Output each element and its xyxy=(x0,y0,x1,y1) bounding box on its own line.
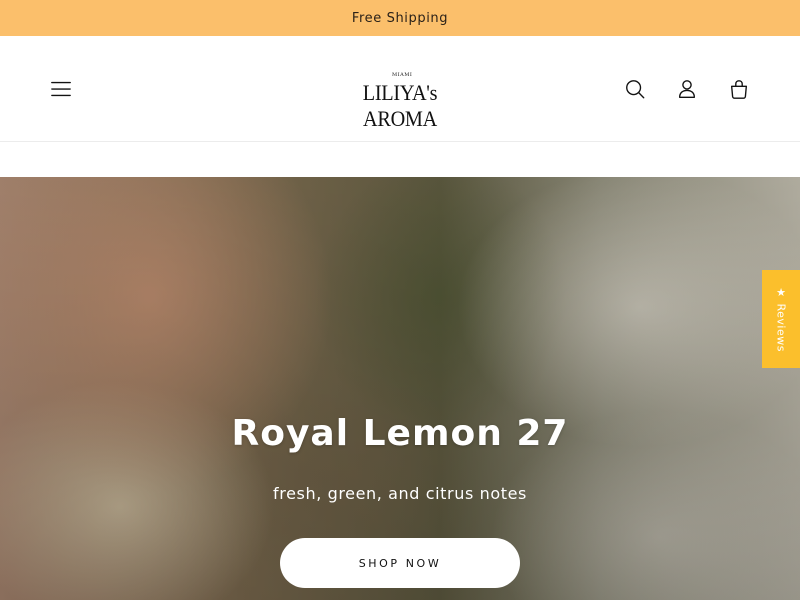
cart-button[interactable] xyxy=(727,77,751,101)
announcement-bar: Free Shipping xyxy=(0,0,800,36)
menu-button[interactable] xyxy=(49,77,73,101)
menu-icon xyxy=(51,81,71,97)
announcement-text: Free Shipping xyxy=(351,10,449,26)
hero-subtitle: fresh, green, and citrus notes xyxy=(273,484,527,503)
site-header: MIAMI LILIYA's AROMA xyxy=(0,44,800,142)
shop-now-button[interactable]: SHOP NOW xyxy=(280,538,520,588)
hero-image xyxy=(0,177,800,600)
hero-banner: Royal Lemon 27 fresh, green, and citrus … xyxy=(0,177,800,600)
reviews-tab-label: ★ Reviews xyxy=(774,286,788,352)
site-logo[interactable]: MIAMI LILIYA's AROMA xyxy=(330,70,470,131)
account-icon xyxy=(678,80,696,98)
account-button[interactable] xyxy=(675,77,699,101)
search-button[interactable] xyxy=(623,77,647,101)
cart-icon xyxy=(730,80,748,99)
reviews-tab[interactable]: ★ Reviews xyxy=(762,270,800,368)
logo-tagline: MIAMI xyxy=(392,72,413,78)
hero-title: Royal Lemon 27 xyxy=(231,413,569,454)
search-icon xyxy=(626,80,645,99)
logo-wordmark: LILIYA's AROMA xyxy=(362,80,438,131)
